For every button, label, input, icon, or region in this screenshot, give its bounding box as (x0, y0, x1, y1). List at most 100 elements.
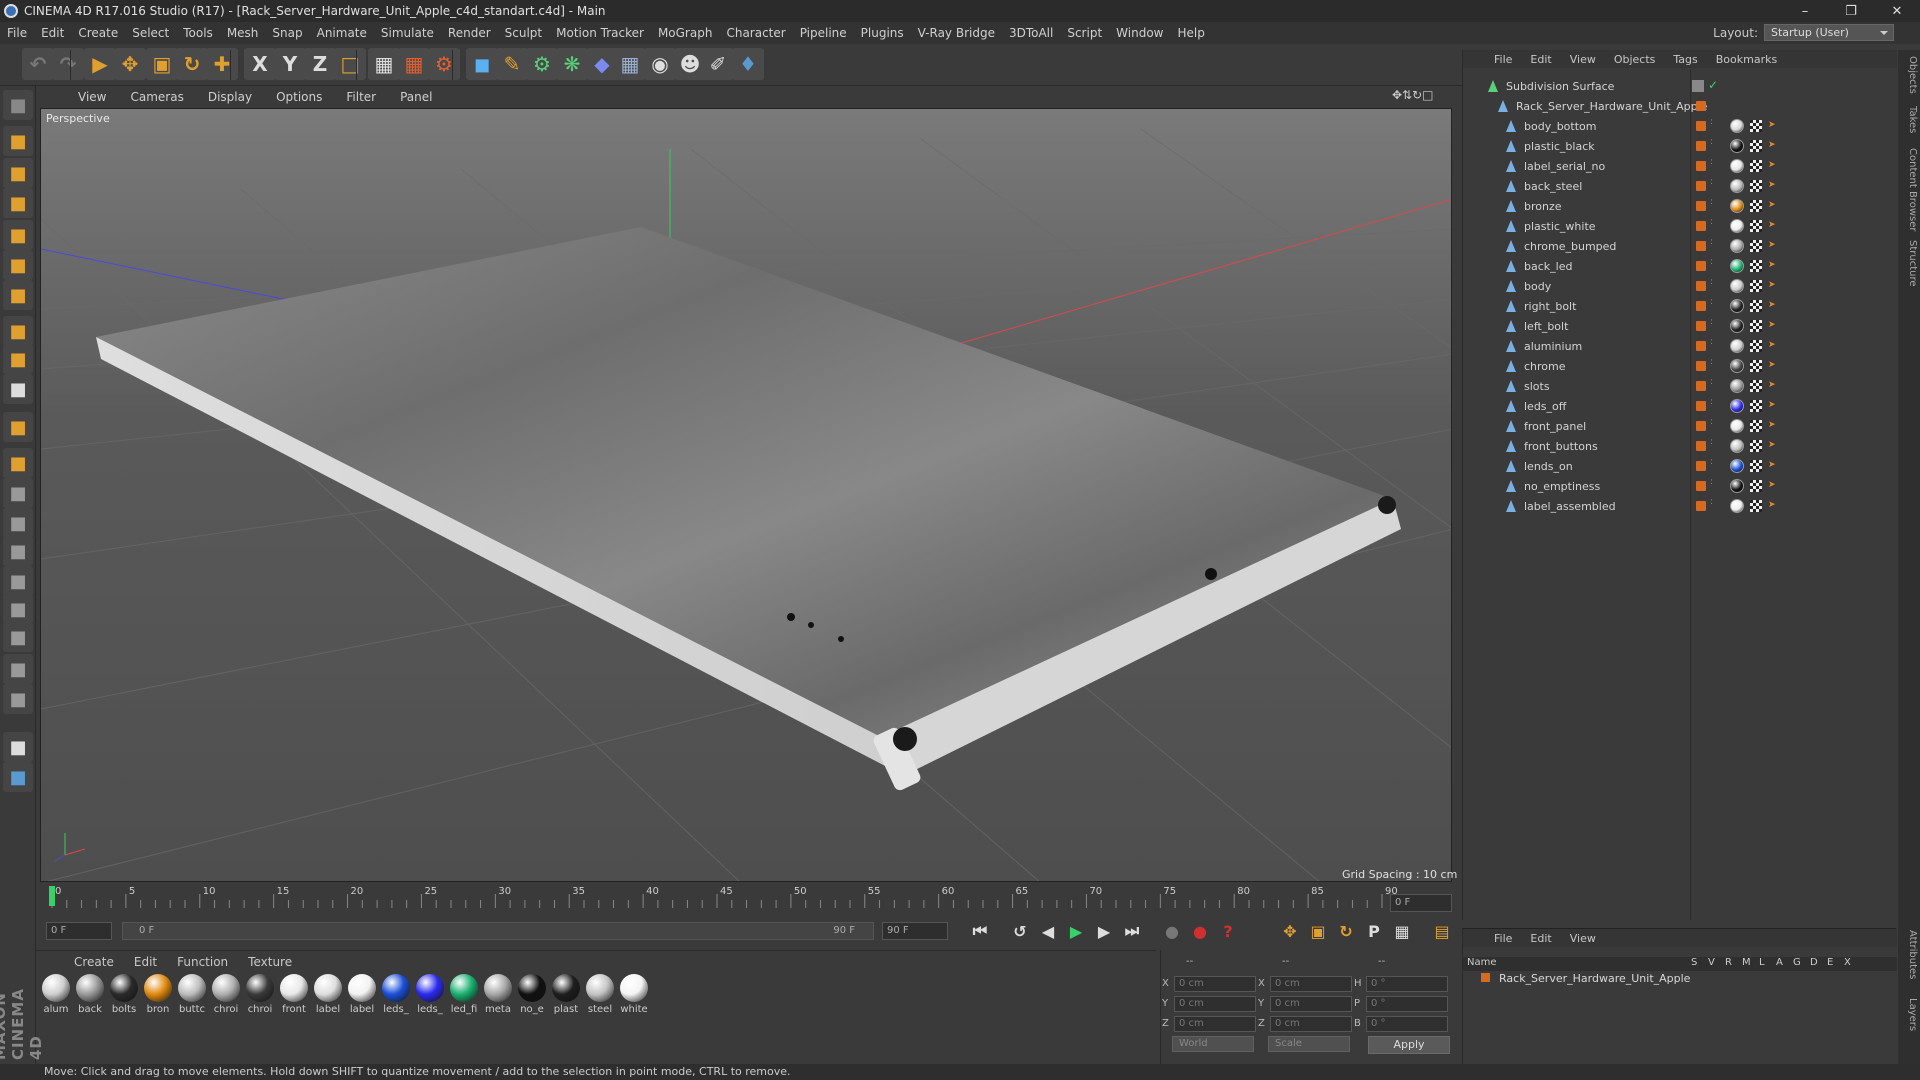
menu-window[interactable]: Window (1109, 26, 1170, 40)
material-swatch[interactable]: bron (142, 974, 174, 1015)
previous-frame-icon[interactable]: ◀ (1036, 919, 1060, 943)
uvw-tag-icon[interactable] (1750, 380, 1762, 392)
uvw-tag-icon[interactable] (1750, 220, 1762, 232)
size-field[interactable]: 0 cm (1270, 976, 1352, 992)
material-tag-icon[interactable] (1730, 419, 1744, 433)
uvw-tag-icon[interactable] (1750, 360, 1762, 372)
layer-menu-edit[interactable]: Edit (1521, 932, 1560, 945)
close-icon[interactable]: ✕ (1874, 0, 1920, 22)
visibility-dots-icon[interactable]: : (1710, 498, 1713, 507)
material-tag-icon[interactable] (1730, 179, 1744, 193)
material-menu-function[interactable]: Function (167, 955, 238, 969)
object-menu-bookmarks[interactable]: Bookmarks (1707, 53, 1786, 66)
render-settings-icon[interactable]: ⚙ (428, 48, 460, 80)
floor-icon[interactable]: ▦ (614, 48, 646, 80)
recent-tool-icon[interactable]: ✚ (206, 48, 238, 80)
edges-mode-icon[interactable]: ■ (3, 250, 33, 280)
side-tab-objects[interactable]: Objects (1900, 56, 1918, 94)
move-icon[interactable]: ✥ (114, 48, 146, 80)
visibility-dots-icon[interactable]: : (1710, 258, 1713, 267)
object-row-leds-off[interactable]: leds_off: ➤ (1462, 396, 1894, 416)
menu-create[interactable]: Create (71, 26, 125, 40)
layer-column-r[interactable]: R (1725, 957, 1732, 968)
extrude-icon[interactable]: ■ (3, 684, 33, 714)
material-tag-icon[interactable] (1730, 499, 1744, 513)
bevel-icon[interactable]: ■ (3, 654, 33, 684)
object-row-parent[interactable]: Rack_Server_Hardware_Unit_Apple (1462, 96, 1894, 116)
play-icon[interactable]: ▶ (1064, 919, 1088, 943)
scale-key-icon[interactable]: ▣ (1306, 919, 1330, 943)
texture-tag-icon[interactable]: ➤ (1768, 160, 1776, 170)
menu-select[interactable]: Select (125, 26, 176, 40)
object-row-plastic-black[interactable]: plastic_black: ➤ (1462, 136, 1894, 156)
layer-menu-file[interactable]: File (1485, 932, 1521, 945)
viewport-menu-options[interactable]: Options (264, 90, 334, 104)
y-axis-lock-icon[interactable]: Y (274, 48, 306, 80)
live-select-icon[interactable]: ▶ (84, 48, 116, 80)
render-picture-viewer-icon[interactable]: ▦ (398, 48, 430, 80)
edit-toggle-icon[interactable] (1692, 80, 1704, 92)
menu-edit[interactable]: Edit (34, 26, 71, 40)
visibility-dots-icon[interactable]: : (1710, 138, 1713, 147)
material-tag-icon[interactable] (1730, 319, 1744, 333)
uvw-tag-icon[interactable] (1750, 200, 1762, 212)
texture-tag-icon[interactable]: ➤ (1768, 420, 1776, 430)
material-swatch[interactable]: no_e (516, 974, 548, 1015)
object-row-label-assembled[interactable]: label_assembled: ➤ (1462, 496, 1894, 516)
material-tag-icon[interactable] (1730, 459, 1744, 473)
mirror-icon[interactable]: ■ (3, 622, 33, 652)
python-icon[interactable]: ♦ (732, 48, 764, 80)
apply-button[interactable]: Apply (1368, 1036, 1450, 1054)
polygons-mode-icon[interactable]: ■ (3, 280, 33, 310)
rotation-field[interactable]: 0 ° (1366, 996, 1448, 1012)
object-menu-tags[interactable]: Tags (1664, 53, 1706, 66)
viewport-menu-view[interactable]: View (66, 90, 118, 104)
layer-column-s[interactable]: S (1691, 957, 1697, 968)
menu-v-ray-bridge[interactable]: V-Ray Bridge (911, 26, 1002, 40)
z-axis-lock-icon[interactable]: Z (304, 48, 336, 80)
texture-tag-icon[interactable]: ➤ (1768, 180, 1776, 190)
uvw-tag-icon[interactable] (1750, 120, 1762, 132)
material-swatch[interactable]: buttc (176, 974, 208, 1015)
visibility-dots-icon[interactable]: : (1710, 298, 1713, 307)
playhead-marker[interactable] (49, 886, 55, 906)
texture-tag-icon[interactable]: ➤ (1768, 320, 1776, 330)
side-tab-layers[interactable]: Layers (1900, 998, 1918, 1031)
uvw-tag-icon[interactable] (1750, 160, 1762, 172)
end-frame-field[interactable]: 90 F (882, 922, 948, 940)
viewport-3d[interactable] (40, 108, 1452, 882)
rotate-icon[interactable]: ↻ (176, 48, 208, 80)
material-menu-create[interactable]: Create (64, 955, 124, 969)
knife-icon[interactable]: ■ (3, 566, 33, 596)
visibility-dots-icon[interactable]: : (1710, 438, 1713, 447)
visibility-dots-icon[interactable]: : (1710, 118, 1713, 127)
undo-icon[interactable]: ↶ (22, 48, 54, 80)
material-swatch[interactable]: chroi (210, 974, 242, 1015)
texture-tag-icon[interactable]: ➤ (1768, 380, 1776, 390)
layer-column-v[interactable]: V (1708, 957, 1715, 968)
texture-tag-icon[interactable]: ➤ (1768, 200, 1776, 210)
timeline-editor-icon[interactable]: ▤ (1430, 919, 1454, 943)
uvw-tag-icon[interactable] (1750, 340, 1762, 352)
visibility-dots-icon[interactable]: : (1710, 158, 1713, 167)
object-row-label-serial-no[interactable]: label_serial_no: ➤ (1462, 156, 1894, 176)
menu-pipeline[interactable]: Pipeline (793, 26, 854, 40)
uvw-tag-icon[interactable] (1750, 300, 1762, 312)
material-swatch[interactable]: white (618, 974, 650, 1015)
material-tag-icon[interactable] (1730, 239, 1744, 253)
material-tag-icon[interactable] (1730, 439, 1744, 453)
layout-dropdown[interactable]: Startup (User) (1764, 24, 1894, 41)
cube-icon[interactable]: ◼ (466, 48, 498, 80)
timeline-ruler[interactable]: 0 5 10 15 20 25 30 35 40 45 50 55 60 65 70 75 80 85 90 (40, 884, 1452, 910)
material-tag-icon[interactable] (1730, 359, 1744, 373)
object-row-lends-on[interactable]: lends_on: ➤ (1462, 456, 1894, 476)
visibility-dots-icon[interactable]: : (1710, 458, 1713, 467)
object-row-front-buttons[interactable]: front_buttons: ➤ (1462, 436, 1894, 456)
menu-mograph[interactable]: MoGraph (651, 26, 720, 40)
rotation-field[interactable]: 0 ° (1366, 1016, 1448, 1032)
texture-tag-icon[interactable]: ➤ (1768, 460, 1776, 470)
menu-character[interactable]: Character (719, 26, 792, 40)
solo-icon[interactable]: ■ (3, 374, 33, 404)
material-tag-icon[interactable] (1730, 139, 1744, 153)
material-menu-texture[interactable]: Texture (238, 955, 302, 969)
